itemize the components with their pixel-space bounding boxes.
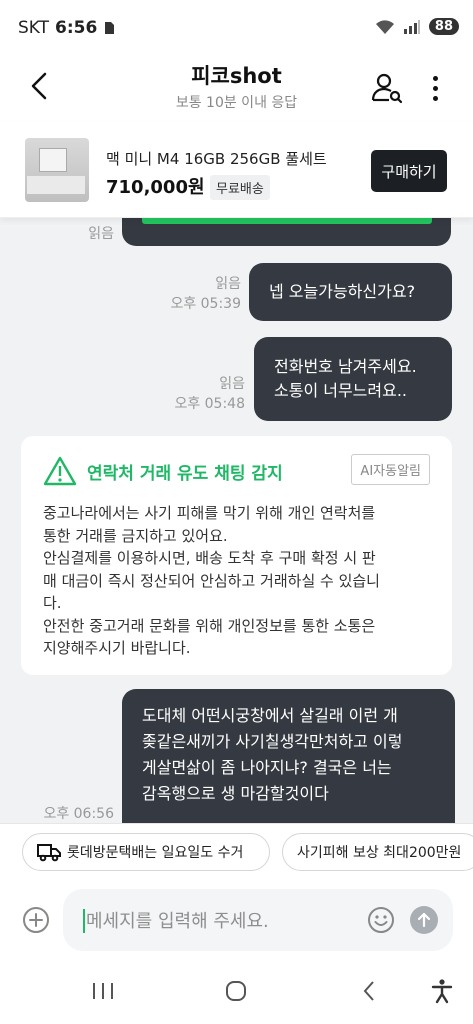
status-bar: SKT 6:56 88 — [0, 0, 473, 56]
notice-body: 중고나라에서는 사기 피해를 막기 위해 개인 연락처를 통한 거래를 금지하고… — [43, 504, 380, 657]
message-bubble[interactable] — [122, 218, 451, 246]
message-bubble[interactable]: 넵 오늘가능하신가요? — [249, 263, 452, 321]
battery-indicator: 88 — [428, 18, 459, 35]
more-dot-icon — [432, 95, 438, 101]
message-input[interactable] — [86, 903, 366, 939]
text-caret — [83, 909, 85, 933]
message-text-line: 전화번호 남겨주세요. — [274, 357, 417, 376]
message-input-container — [63, 889, 453, 951]
buy-button[interactable]: 구매하기 — [371, 150, 447, 192]
back-chevron-icon — [363, 981, 374, 1001]
suggestion-chips: 롯데방문택배는 일요일도 수거 사기피해 보상 최대200만원 — [0, 823, 473, 879]
message-text-line: 소통이 너무느려요.. — [274, 381, 408, 400]
message-time: 오후 05:48 — [174, 396, 245, 412]
read-status: 읽음 — [215, 276, 241, 292]
home-icon — [226, 981, 246, 1001]
attach-button[interactable] — [22, 906, 50, 934]
more-dot-icon — [432, 75, 438, 81]
message-time: 오후 06:56 — [43, 806, 114, 822]
read-status: 읽음 — [219, 376, 245, 392]
chip-label: 롯데방문택배는 일요일도 수거 — [67, 845, 244, 861]
read-status: 읽음 — [88, 226, 114, 242]
user-search-icon — [371, 73, 403, 104]
payment-action-button[interactable] — [142, 218, 432, 224]
message-text-line: 도대체 어떤시궁창에서 살길래 이런 개 — [142, 706, 398, 725]
recent-apps-button[interactable] — [83, 975, 123, 1007]
more-options-button[interactable] — [425, 70, 445, 106]
message-text-line: 게살면삶이 좀 나아지냐? 결국은 너는 — [142, 758, 392, 777]
message-meta: 읽음 오후 05:39 — [150, 274, 241, 314]
message-bubble[interactable]: 전화번호 남겨주세요. 소통이 너무느려요.. — [254, 337, 452, 421]
chip-label: 사기피해 보상 최대200만원 — [297, 845, 462, 861]
clock: 6:56 — [55, 18, 98, 38]
signal-icon — [403, 19, 420, 34]
chip-lotte-pickup[interactable]: 롯데방문택배는 일요일도 수거 — [22, 833, 270, 871]
carrier-label: SKT — [18, 18, 50, 38]
chip-fraud-compensation[interactable]: 사기피해 보상 최대200만원 — [282, 833, 473, 871]
emoji-button[interactable] — [367, 906, 395, 934]
warning-icon — [43, 456, 77, 486]
seller-profile-button[interactable] — [369, 70, 405, 106]
message-text: 넵 오늘가능하신가요? — [269, 282, 416, 301]
product-summary[interactable]: 맥 미니 M4 16GB 256GB 풀세트 710,000원 무료배송 구매하… — [0, 122, 473, 218]
message-text-line: 감옥행으로 생 마감할것이다 — [142, 784, 329, 803]
truck-icon — [37, 844, 61, 862]
system-nav-bar — [0, 961, 473, 1024]
message-bubble[interactable]: 도대체 어떤시궁창에서 살길래 이런 개 좆같은새끼가 사기칠생각만처하고 이렇… — [122, 689, 455, 823]
message-input-bar — [0, 879, 473, 961]
notice-title: 연락처 거래 유도 채팅 감지 — [87, 463, 283, 484]
chat-area[interactable]: 읽음 읽음 오후 05:39 넵 오늘가능하신가요? 읽음 오후 05:48 전… — [0, 218, 473, 823]
plus-circle-icon — [23, 907, 49, 933]
message-text-line: 좆같은새끼가 사기칠생각만처하고 이렇 — [142, 732, 403, 751]
ai-auto-notice-badge: AI자동알림 — [351, 454, 430, 485]
accessibility-button[interactable] — [422, 975, 462, 1007]
message-time: 오후 05:39 — [170, 296, 241, 312]
message-meta: 읽음 오후 05:48 — [150, 374, 245, 414]
product-thumbnail — [25, 138, 89, 202]
home-button[interactable] — [216, 975, 256, 1007]
system-back-button[interactable] — [349, 975, 389, 1007]
accessibility-icon — [431, 979, 453, 1004]
chat-header: 피코shot 보통 10분 이내 응답 — [0, 56, 473, 118]
smiley-icon — [368, 907, 394, 933]
contact-warning-notice: 연락처 거래 유도 채팅 감지 AI자동알림 중고나라에서는 사기 피해를 막기… — [21, 436, 452, 675]
wifi-icon — [375, 19, 394, 34]
more-dot-icon — [432, 85, 438, 91]
send-button[interactable] — [410, 906, 438, 934]
sim-icon — [105, 22, 115, 34]
arrow-up-icon — [417, 912, 431, 928]
product-name: 맥 미니 M4 16GB 256GB 풀세트 — [106, 150, 327, 168]
recent-apps-icon — [93, 983, 113, 999]
shipping-badge: 무료배송 — [210, 175, 270, 200]
product-price: 710,000원 — [106, 177, 205, 198]
